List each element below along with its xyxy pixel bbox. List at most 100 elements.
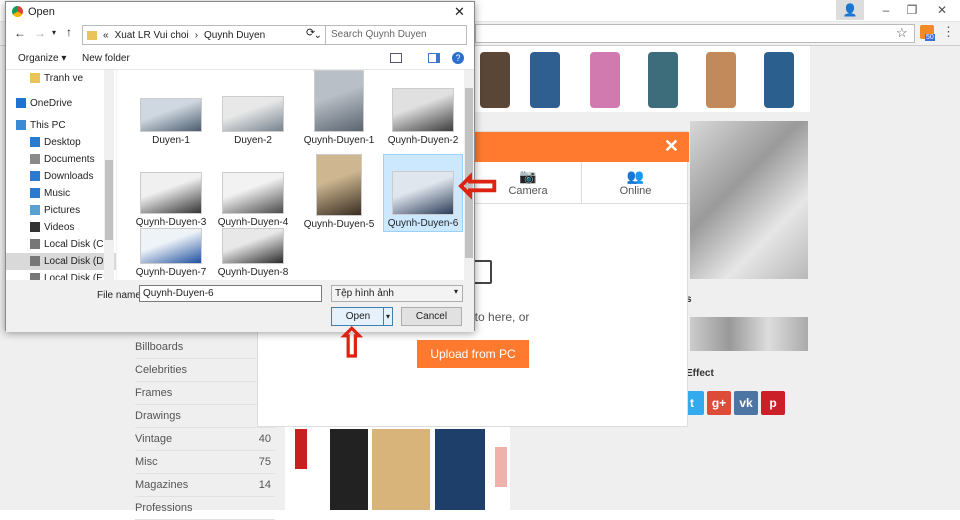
nav-item[interactable]: Documents <box>6 151 116 168</box>
nav-scrollbar[interactable] <box>104 70 114 280</box>
open-dropdown-button[interactable]: ▾ <box>383 307 393 326</box>
close-icon[interactable]: ✕ <box>664 136 679 157</box>
pinterest-icon[interactable]: p <box>761 391 785 415</box>
nav-item[interactable]: Tranh ve <box>6 70 116 87</box>
file-list: Duyen-1 Duyen-2 Quynh-Duyen-1 Quynh-Duyen-2… <box>117 70 464 280</box>
category-item[interactable]: Misc 75 <box>135 451 275 474</box>
template-thumb[interactable] <box>648 52 678 108</box>
nav-item[interactable]: This PC <box>6 117 116 134</box>
nav-item[interactable]: Music <box>6 185 116 202</box>
category-item[interactable]: Professions <box>135 497 275 520</box>
file-thumbnail <box>222 172 284 214</box>
drive-icon <box>30 273 40 280</box>
nav-item-label: Music <box>44 188 71 199</box>
nav-item[interactable]: Downloads <box>6 168 116 185</box>
file-item[interactable]: Duyen-1 <box>131 72 211 150</box>
path-overflow[interactable]: « <box>103 30 109 41</box>
nav-item-label: Pictures <box>44 205 81 216</box>
annotation-arrow-left-icon: ⇦ <box>458 159 499 212</box>
category-item[interactable]: Celebrities <box>135 359 275 382</box>
close-icon[interactable]: ✕ <box>454 4 465 20</box>
videos-icon <box>30 222 40 232</box>
category-item[interactable]: Frames <box>135 382 275 405</box>
nav-item[interactable]: Local Disk (D:) <box>6 253 116 270</box>
file-type-select[interactable]: Tệp hình ảnh ▾ <box>331 285 463 302</box>
nav-item[interactable]: Videos <box>6 219 116 236</box>
new-folder-button[interactable]: New folder <box>82 53 130 64</box>
file-item[interactable]: Quynh-Duyen-2 <box>383 72 463 150</box>
category-item[interactable]: Magazines 14 <box>135 474 275 497</box>
category-item[interactable]: Drawings <box>135 405 275 428</box>
nav-item-label: OneDrive <box>30 98 73 109</box>
template-thumb[interactable] <box>590 52 620 108</box>
restore-button[interactable]: ❐ <box>898 0 926 20</box>
search-input[interactable]: Search Quynh Duyen <box>325 25 467 45</box>
nav-item[interactable]: Pictures <box>6 202 116 219</box>
file-item[interactable]: Quynh-Duyen-3 <box>131 154 211 232</box>
category-item[interactable]: Vintage 40 <box>135 428 275 451</box>
file-name: Quynh-Duyen-2 <box>387 135 459 146</box>
category-item[interactable]: Billboards <box>135 336 275 359</box>
category-count: 40 <box>258 433 271 445</box>
bookmark-star-icon[interactable]: ☆ <box>896 25 908 41</box>
preview-pane-icon[interactable] <box>428 53 440 63</box>
template-thumb[interactable] <box>706 52 736 108</box>
nav-item-label: Documents <box>44 154 95 165</box>
sketch-preview-image <box>690 121 808 279</box>
chevron-down-icon[interactable]: ▾ <box>52 28 56 37</box>
up-arrow-icon[interactable]: ↑ <box>66 25 72 39</box>
file-item[interactable]: Duyen-2 <box>213 72 293 150</box>
upload-from-pc-button[interactable]: Upload from PC <box>417 340 529 368</box>
file-name-input[interactable]: Quynh-Duyen-6 <box>139 285 322 302</box>
file-item[interactable]: Quynh-Duyen-6 <box>383 154 463 232</box>
help-icon[interactable]: ? <box>452 52 464 64</box>
template-thumb[interactable] <box>530 52 560 108</box>
template-thumb[interactable] <box>764 52 794 108</box>
path-breadcrumb[interactable]: « Xuat LR Vui choi › Quynh Duyen ⌄ <box>82 25 327 45</box>
category-label: Frames <box>135 387 173 399</box>
file-thumbnail <box>222 228 284 264</box>
template-thumb[interactable] <box>480 52 510 108</box>
nav-item[interactable]: Desktop <box>6 134 116 151</box>
minimize-button[interactable]: – <box>872 0 900 20</box>
back-arrow-icon[interactable]: ← <box>14 26 26 40</box>
file-name: Quynh-Duyen-5 <box>303 219 375 230</box>
close-window-button[interactable]: ✕ <box>928 0 956 20</box>
dialog-navbar: ← → ▾ ↑ « Xuat LR Vui choi › Quynh Duyen… <box>6 22 474 48</box>
pictures-icon <box>30 205 40 215</box>
template-strip <box>470 46 810 112</box>
drive-icon <box>30 256 40 266</box>
next-arrow[interactable] <box>495 447 507 487</box>
vk-icon[interactable]: vk <box>734 391 758 415</box>
file-thumbnail <box>140 228 202 264</box>
similar-effects[interactable] <box>690 317 808 351</box>
folder-icon <box>30 73 40 83</box>
file-thumbnail <box>222 96 284 132</box>
file-item[interactable]: Quynh-Duyen-5 <box>299 154 379 232</box>
google-plus-icon[interactable]: g+ <box>707 391 731 415</box>
file-item[interactable]: Quynh-Duyen-1 <box>299 70 379 150</box>
phone-preview <box>285 421 510 510</box>
cancel-button[interactable]: Cancel <box>401 307 462 326</box>
path-segment[interactable]: Xuat LR Vui choi <box>115 30 189 41</box>
file-item[interactable]: Quynh-Duyen-4 <box>213 154 293 232</box>
nav-item[interactable]: Local Disk (C:) <box>6 236 116 253</box>
refresh-icon[interactable]: ⟳ <box>306 26 315 39</box>
nav-scrollbar-thumb[interactable] <box>105 160 113 240</box>
nav-item[interactable]: OneDrive <box>6 95 116 112</box>
organize-button[interactable]: Organize ▾ <box>18 53 66 64</box>
file-thumbnail <box>314 70 364 132</box>
tab-online[interactable]: 👥 Online <box>582 162 689 204</box>
category-count <box>271 497 275 519</box>
nav-item[interactable]: Local Disk (E:) <box>6 270 116 280</box>
nav-item-label: This PC <box>30 120 66 131</box>
path-segment[interactable]: Quynh Duyen <box>204 30 265 41</box>
prev-arrow[interactable] <box>295 429 307 469</box>
profile-icon[interactable]: 👤 <box>836 0 864 20</box>
file-type-value: Tệp hình ảnh <box>335 288 394 299</box>
url-input[interactable] <box>475 24 915 43</box>
nav-item-label: Local Disk (C:) <box>44 239 110 250</box>
menu-icon[interactable]: ⋮ <box>942 24 955 40</box>
view-icon[interactable] <box>390 53 402 63</box>
forward-arrow-icon[interactable]: → <box>34 26 46 40</box>
